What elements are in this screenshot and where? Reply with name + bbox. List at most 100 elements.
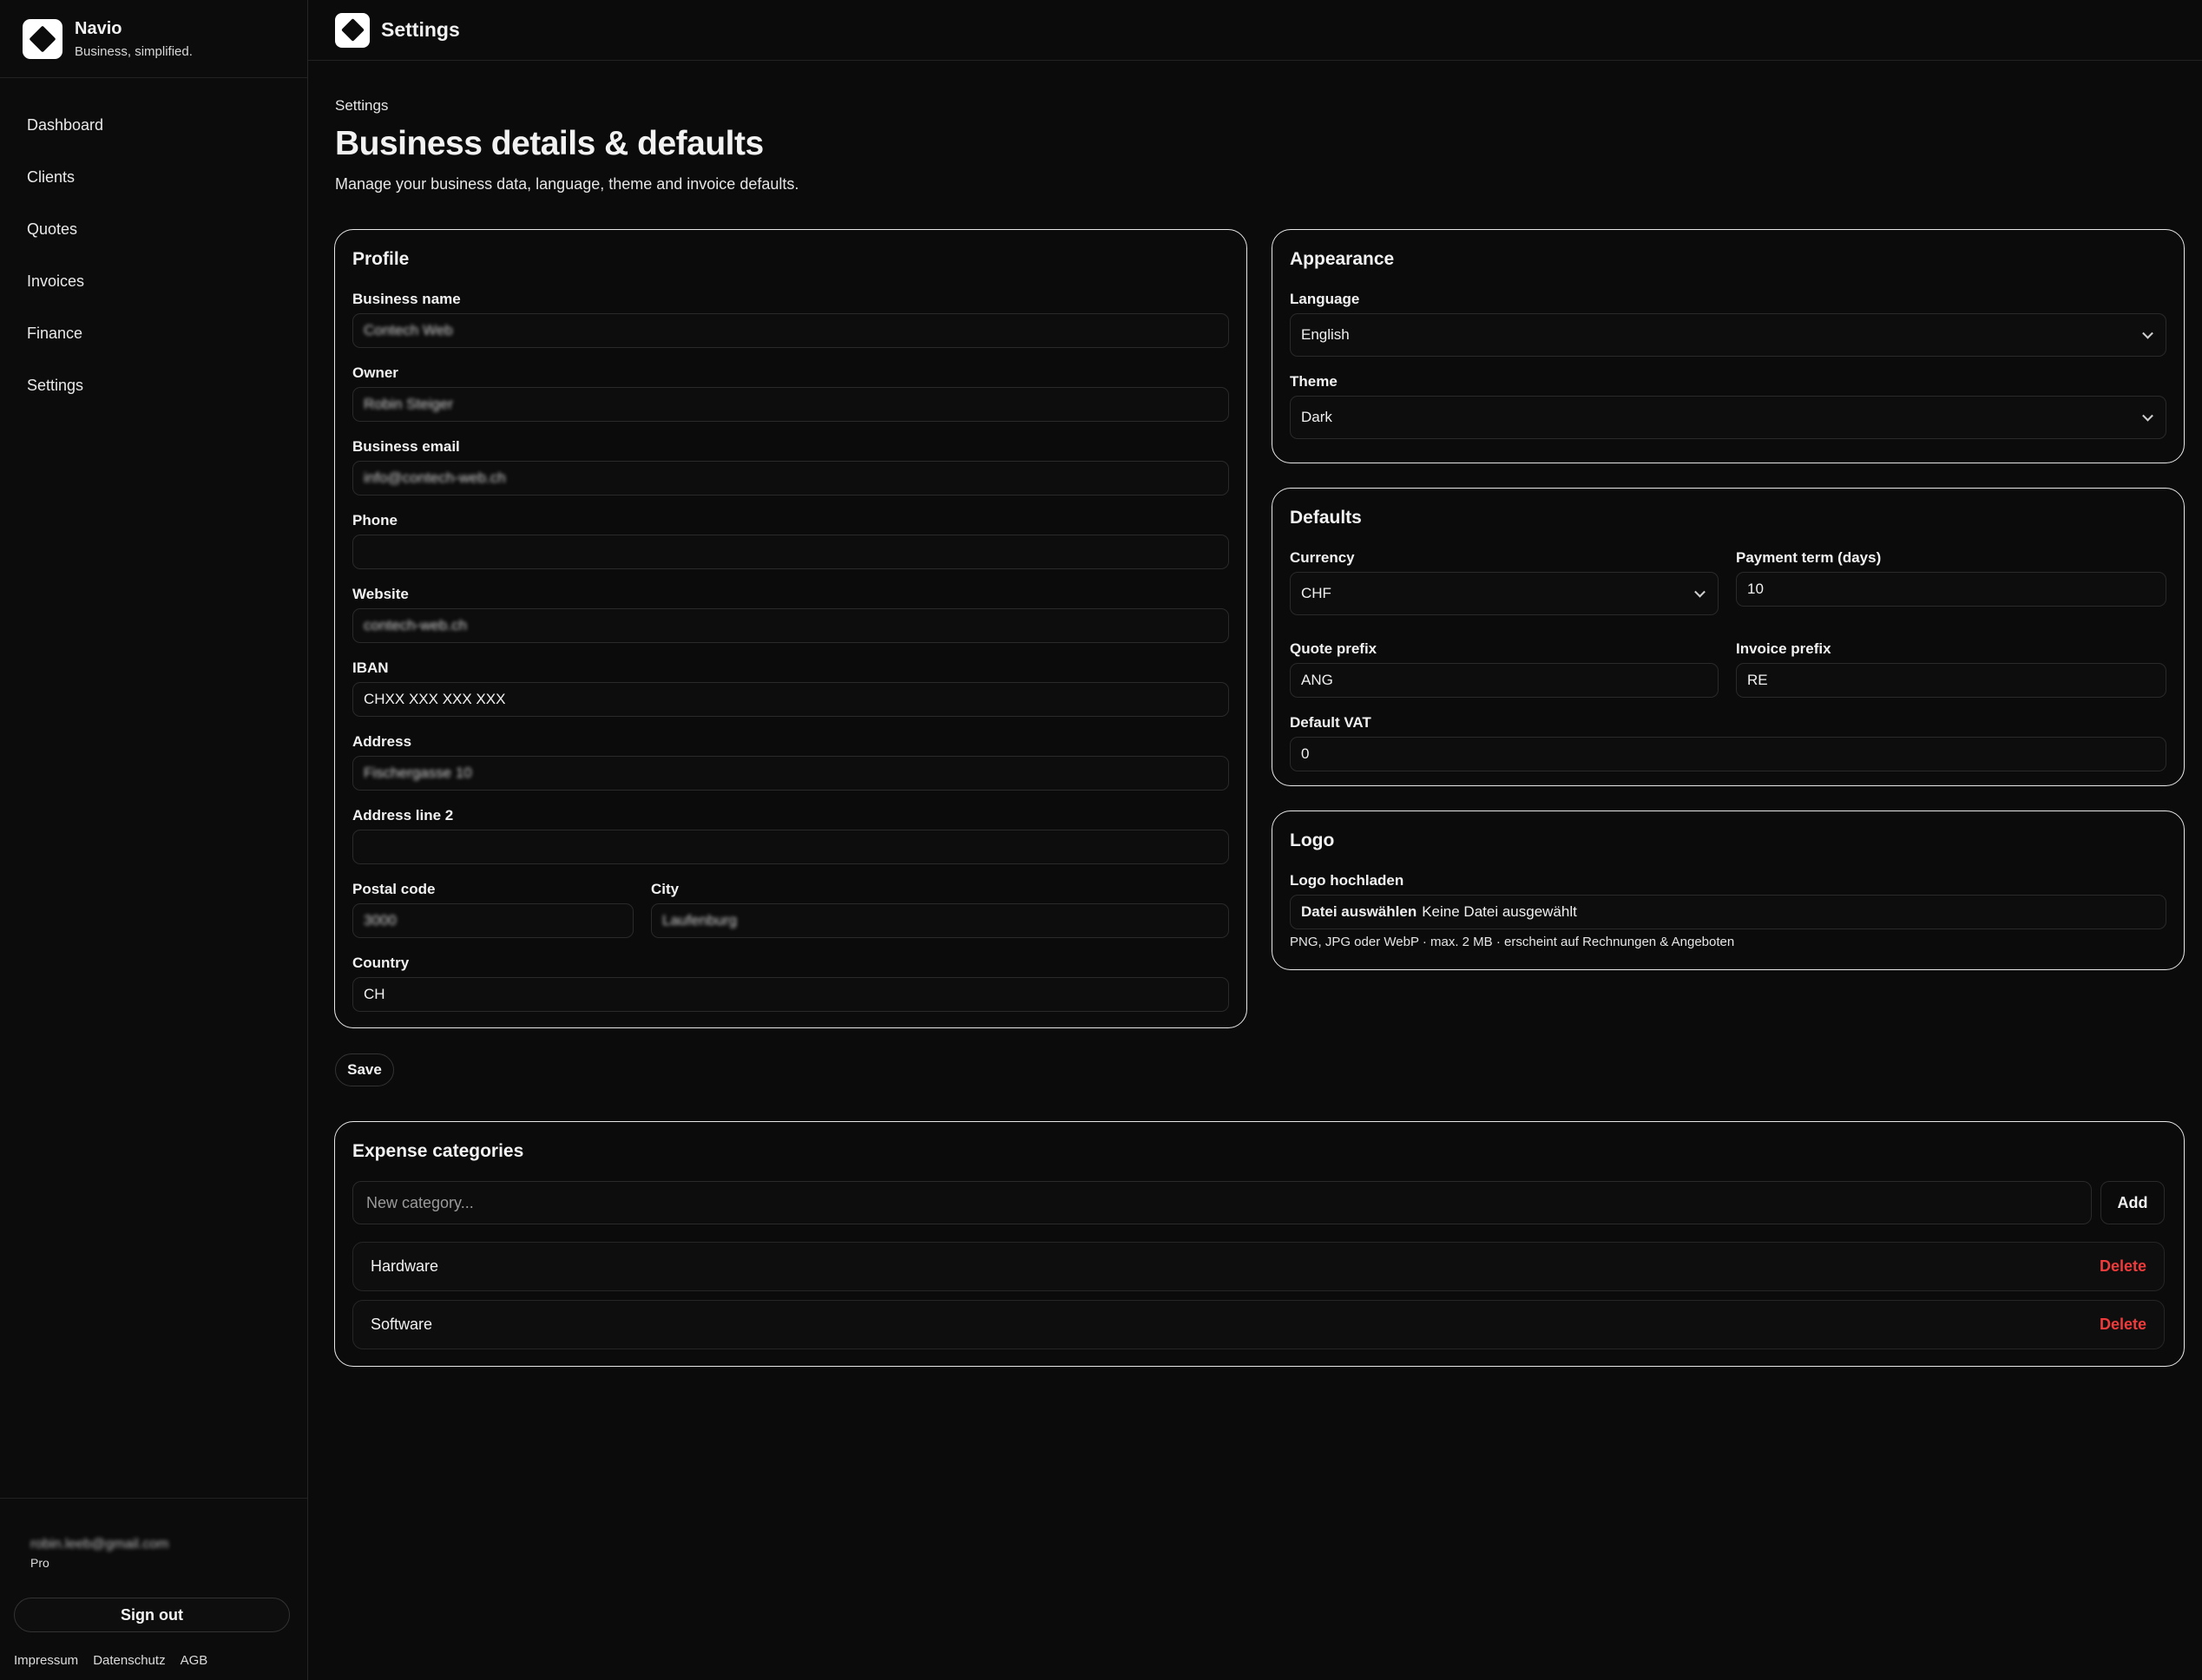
user-email: robin.leeb@gmail.com <box>30 1537 169 1552</box>
brand[interactable]: Navio Business, simplified. <box>0 0 307 78</box>
logo-upload-field: Logo hochladen Datei auswählen Keine Dat… <box>1290 872 2166 929</box>
address-line-2-label: Address line 2 <box>352 807 454 824</box>
theme-field: Theme Dark <box>1290 373 2166 439</box>
currency-field: Currency CHF <box>1290 549 1719 615</box>
choose-file-button[interactable]: Datei auswählen <box>1301 903 1417 921</box>
logo-hint: PNG, JPG oder WebP · max. 2 MB · erschei… <box>1290 935 1735 949</box>
legal-links: Impressum Datenschutz AGB <box>14 1653 207 1668</box>
business-email-input[interactable]: info@contech-web.ch <box>352 461 1229 495</box>
city-input[interactable]: Laufenburg <box>651 903 1229 938</box>
list-item: Hardware Delete <box>352 1242 2165 1291</box>
user-plan-badge: Pro <box>30 1556 49 1570</box>
iban-input[interactable]: CHXX XXX XXX XXX <box>352 682 1229 717</box>
country-input[interactable]: CH <box>352 977 1229 1012</box>
default-vat-input[interactable]: 0 <box>1290 737 2166 771</box>
sidebar-item-finance[interactable]: Finance <box>0 307 307 359</box>
page-subtitle: Manage your business data, language, the… <box>335 175 799 193</box>
theme-label: Theme <box>1290 373 1338 390</box>
chevron-down-icon <box>2142 327 2153 339</box>
iban-value: CHXX XXX XXX XXX <box>364 691 506 707</box>
file-status: Keine Datei ausgewählt <box>1422 903 1577 920</box>
currency-label: Currency <box>1290 549 1355 566</box>
defaults-card: Defaults Currency CHF Payment term (days… <box>1272 488 2185 786</box>
payment-term-value: 10 <box>1747 581 1764 597</box>
language-field: Language English <box>1290 291 2166 357</box>
language-value: English <box>1301 326 1350 343</box>
address-label: Address <box>352 733 412 750</box>
default-vat-label: Default VAT <box>1290 714 1371 731</box>
owner-value: Robin Steiger <box>364 396 454 412</box>
sidebar-footer: robin.leeb@gmail.com Pro Sign out Impres… <box>0 1498 307 1680</box>
appearance-card: Appearance Language English Theme Dark <box>1272 229 2185 463</box>
impressum-link[interactable]: Impressum <box>14 1653 78 1668</box>
topbar: Settings <box>308 0 2202 61</box>
new-category-input[interactable]: New category... <box>352 1181 2092 1224</box>
main-content: Settings Settings Business details & def… <box>308 0 2202 1680</box>
city-value: Laufenburg <box>662 912 738 929</box>
invoice-prefix-label: Invoice prefix <box>1736 640 1831 657</box>
payment-term-input[interactable]: 10 <box>1736 572 2166 607</box>
business-email-value: info@contech-web.ch <box>364 469 506 486</box>
owner-input[interactable]: Robin Steiger <box>352 387 1229 422</box>
address-field: Address Fischergasse 10 <box>352 733 1229 791</box>
country-label: Country <box>352 955 410 971</box>
iban-field: IBAN CHXX XXX XXX XXX <box>352 660 1229 717</box>
business-email-label: Business email <box>352 438 460 455</box>
navio-logo-icon <box>23 18 62 59</box>
logo-file-input[interactable]: Datei auswählen Keine Datei ausgewählt <box>1290 895 2166 929</box>
chevron-down-icon <box>1694 586 1706 598</box>
sidebar-item-settings[interactable]: Settings <box>0 359 307 411</box>
invoice-prefix-value: RE <box>1747 672 1768 688</box>
default-vat-field: Default VAT 0 <box>1290 714 2166 771</box>
quote-prefix-label: Quote prefix <box>1290 640 1377 657</box>
expense-categories-title: Expense categories <box>352 1141 524 1161</box>
payment-term-field: Payment term (days) 10 <box>1736 549 2166 607</box>
add-category-button[interactable]: Add <box>2100 1181 2165 1224</box>
iban-label: IBAN <box>352 660 389 676</box>
theme-select[interactable]: Dark <box>1290 396 2166 439</box>
website-label: Website <box>352 586 409 602</box>
invoice-prefix-field: Invoice prefix RE <box>1736 640 2166 698</box>
city-field: City Laufenburg <box>651 881 1229 938</box>
business-name-input[interactable]: Contech Web <box>352 313 1229 348</box>
datenschutz-link[interactable]: Datenschutz <box>93 1653 165 1668</box>
postal-code-value: 3000 <box>364 912 397 929</box>
sidebar-item-clients[interactable]: Clients <box>0 151 307 203</box>
delete-category-button[interactable]: Delete <box>2100 1316 2146 1334</box>
postal-code-field: Postal code 3000 <box>352 881 634 938</box>
invoice-prefix-input[interactable]: RE <box>1736 663 2166 698</box>
language-select[interactable]: English <box>1290 313 2166 357</box>
phone-field: Phone <box>352 512 1229 569</box>
sidebar-nav: Dashboard Clients Quotes Invoices Financ… <box>0 78 307 411</box>
category-name: Hardware <box>371 1257 439 1275</box>
default-vat-value: 0 <box>1301 745 1310 762</box>
phone-input[interactable] <box>352 535 1229 569</box>
postal-code-input[interactable]: 3000 <box>352 903 634 938</box>
logo-card: Logo Logo hochladen Datei auswählen Kein… <box>1272 810 2185 970</box>
logo-title: Logo <box>1290 830 1335 850</box>
profile-card: Profile Business name Contech Web Owner … <box>334 229 1247 1028</box>
quote-prefix-value: ANG <box>1301 672 1333 688</box>
business-email-field: Business email info@contech-web.ch <box>352 438 1229 495</box>
brand-tagline: Business, simplified. <box>75 43 193 59</box>
sign-out-button[interactable]: Sign out <box>14 1598 290 1632</box>
address-input[interactable]: Fischergasse 10 <box>352 756 1229 791</box>
country-field: Country CH <box>352 955 1229 1012</box>
business-name-label: Business name <box>352 291 461 307</box>
sidebar-item-invoices[interactable]: Invoices <box>0 255 307 307</box>
delete-category-button[interactable]: Delete <box>2100 1257 2146 1276</box>
postal-code-label: Postal code <box>352 881 436 897</box>
sidebar-item-quotes[interactable]: Quotes <box>0 203 307 255</box>
quote-prefix-field: Quote prefix ANG <box>1290 640 1719 698</box>
save-button[interactable]: Save <box>335 1053 394 1086</box>
agb-link[interactable]: AGB <box>181 1653 208 1668</box>
website-field: Website contech-web.ch <box>352 586 1229 643</box>
theme-value: Dark <box>1301 409 1332 425</box>
phone-label: Phone <box>352 512 398 528</box>
address-line-2-input[interactable] <box>352 830 1229 864</box>
quote-prefix-input[interactable]: ANG <box>1290 663 1719 698</box>
list-item: Software Delete <box>352 1300 2165 1349</box>
website-input[interactable]: contech-web.ch <box>352 608 1229 643</box>
sidebar-item-dashboard[interactable]: Dashboard <box>0 99 307 151</box>
currency-select[interactable]: CHF <box>1290 572 1719 615</box>
